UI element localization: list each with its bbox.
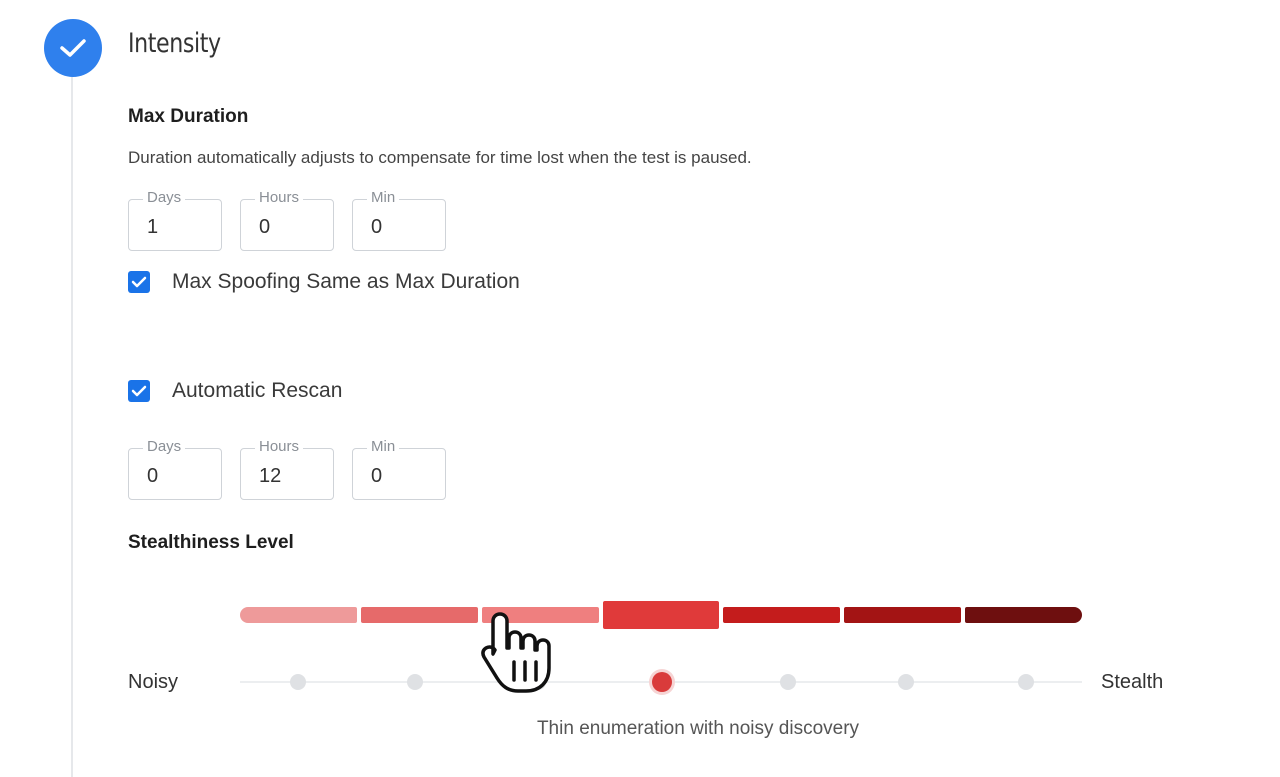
field-value[interactable]: 1 (147, 216, 158, 239)
noisy-label: Noisy (128, 671, 179, 693)
automatic-rescan-checkbox[interactable] (128, 380, 150, 402)
hand-pointer-icon (481, 612, 551, 693)
automatic-rescan-checkbox-row[interactable]: Automatic Rescan (128, 379, 342, 403)
max-duration-description: Duration automatically adjusts to compen… (128, 148, 752, 167)
rescan-min-field[interactable]: Min 0 (352, 438, 446, 500)
field-value[interactable]: 12 (259, 465, 281, 488)
stealthiness-level-label: Stealthiness Level (128, 532, 294, 553)
stealth-level-segment-1[interactable] (240, 607, 357, 623)
field-label: Hours (255, 438, 304, 455)
max-duration-days-field[interactable]: Days 1 (128, 189, 222, 251)
stealth-level-segment-4[interactable] (602, 601, 720, 629)
stealthiness-caption: Thin enumeration with noisy discovery (536, 718, 860, 739)
stealth-level-stop-1[interactable] (290, 674, 306, 690)
stealth-level-stop-2[interactable] (407, 674, 423, 690)
max-spoofing-checkbox[interactable] (128, 271, 150, 293)
check-icon (60, 39, 86, 57)
max-duration-min-field[interactable]: Min 0 (352, 189, 446, 251)
field-label: Days (143, 189, 186, 206)
step-connector-line (71, 76, 73, 777)
field-value[interactable]: 0 (371, 216, 382, 239)
stealth-level-segment-2[interactable] (360, 607, 478, 623)
stealth-level-segment-6[interactable] (844, 607, 962, 623)
field-value[interactable]: 0 (147, 465, 158, 488)
checkmark-icon (131, 276, 147, 288)
stealthiness-color-bar[interactable] (240, 601, 1082, 629)
step-title: Intensity (128, 28, 221, 59)
field-value[interactable]: 0 (371, 465, 382, 488)
field-label: Min (367, 189, 400, 206)
stealth-level-segment-5[interactable] (723, 607, 841, 623)
max-spoofing-label[interactable]: Max Spoofing Same as Max Duration (172, 270, 520, 294)
automatic-rescan-label[interactable]: Automatic Rescan (172, 379, 342, 403)
max-spoofing-checkbox-row[interactable]: Max Spoofing Same as Max Duration (128, 270, 520, 294)
field-label: Hours (255, 189, 304, 206)
intensity-section: Intensity Max Duration Duration automati… (0, 0, 1280, 777)
field-value[interactable]: 0 (259, 216, 270, 239)
stealth-level-stop-4[interactable] (652, 672, 672, 692)
rescan-hours-field[interactable]: Hours 12 (240, 438, 334, 500)
stealth-level-stop-7[interactable] (1018, 674, 1034, 690)
checkmark-icon (131, 385, 147, 397)
stealth-label: Stealth (1101, 671, 1164, 693)
stealth-level-stop-6[interactable] (898, 674, 914, 690)
field-label: Days (143, 438, 186, 455)
max-duration-hours-field[interactable]: Hours 0 (240, 189, 334, 251)
rescan-days-field[interactable]: Days 0 (128, 438, 222, 500)
max-duration-label: Max Duration (128, 106, 249, 127)
field-label: Min (367, 438, 400, 455)
step-complete-indicator (44, 19, 102, 77)
stealth-level-stop-5[interactable] (780, 674, 796, 690)
stealth-level-segment-7[interactable] (965, 607, 1082, 623)
